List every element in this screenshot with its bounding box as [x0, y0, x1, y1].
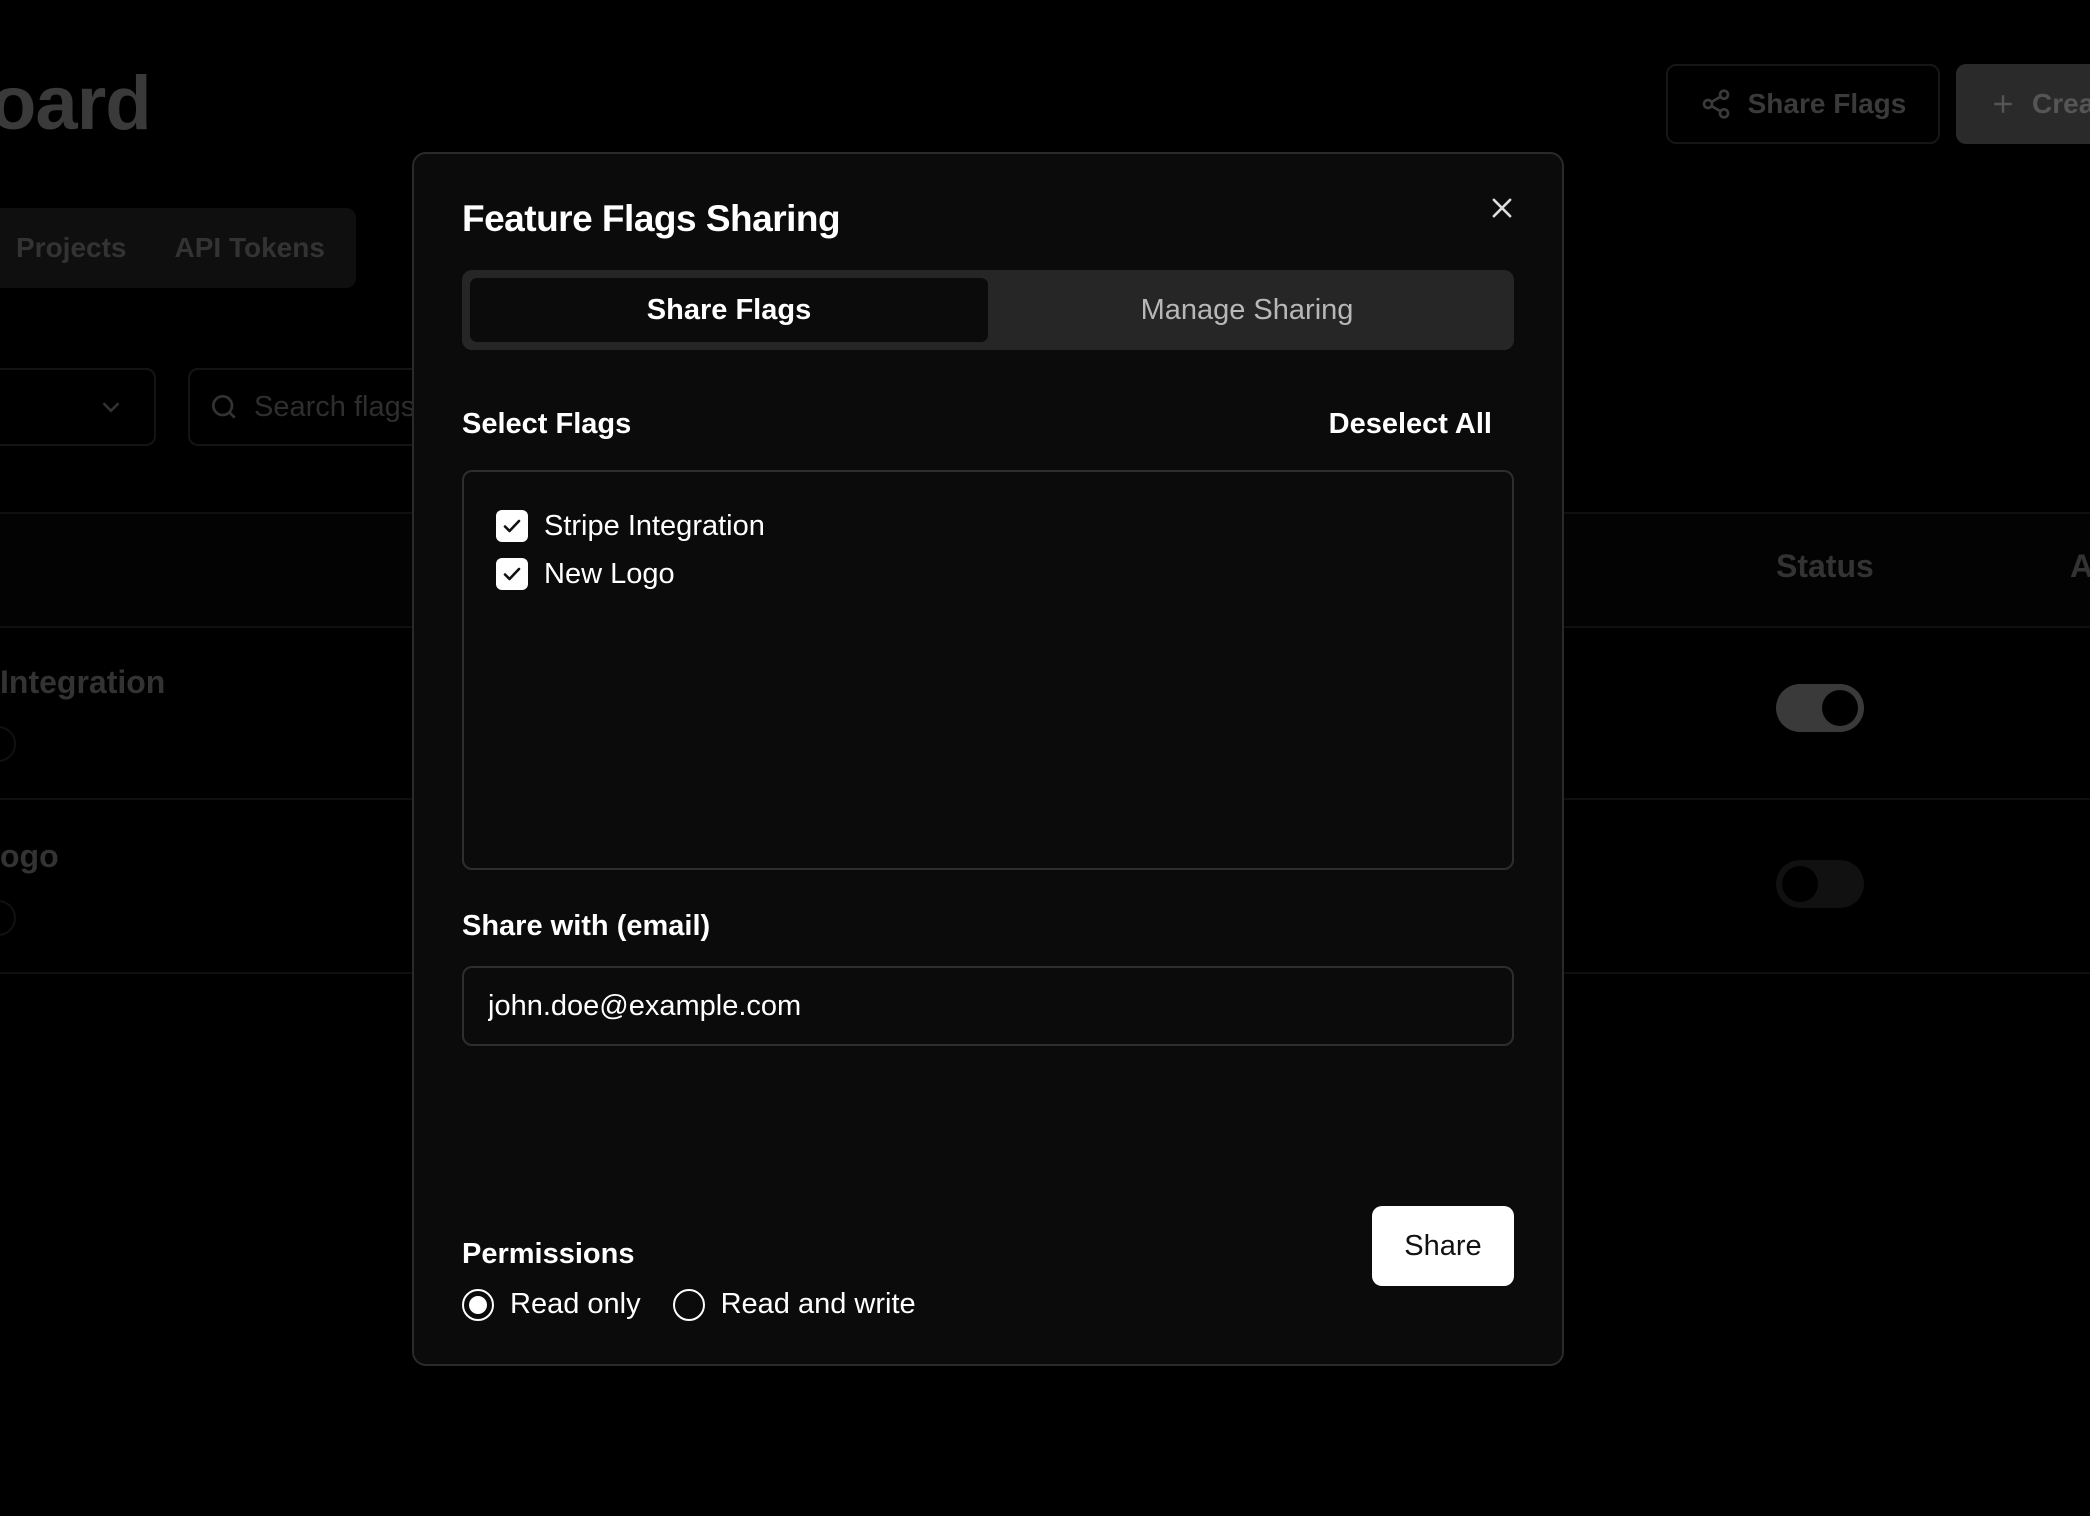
permissions-radio-group: Read only Read and write: [462, 1288, 916, 1321]
project-select[interactable]: [0, 368, 156, 446]
create-label: Crea: [2032, 88, 2090, 119]
tab-projects[interactable]: Projects: [16, 232, 127, 264]
tab-share-flags[interactable]: Share Flags: [470, 278, 988, 342]
create-flag-button[interactable]: Crea: [1956, 64, 2090, 144]
table-row-name: Integration: [0, 664, 166, 700]
share-with-label: Share with (email): [462, 910, 711, 942]
email-field[interactable]: [462, 966, 1514, 1046]
permission-read-only[interactable]: Read only: [462, 1288, 641, 1321]
permissions-label: Permissions: [462, 1238, 635, 1270]
row-badge: [0, 900, 16, 936]
status-column-header: Status: [1776, 548, 1874, 584]
dialog-title: Feature Flags Sharing: [462, 198, 841, 239]
share-flags-label: Share Flags: [1747, 88, 1907, 119]
share-button[interactable]: Share: [1372, 1206, 1514, 1286]
select-flags-label: Select Flags: [462, 408, 632, 440]
search-flags-input[interactable]: Search flags: [188, 368, 448, 446]
dashboard-title: oard: [0, 61, 152, 146]
chevron-down-icon: [102, 402, 120, 413]
search-placeholder: Search flags: [254, 390, 416, 423]
tab-api-tokens[interactable]: API Tokens: [175, 232, 325, 264]
check-icon: [503, 567, 521, 581]
actions-column-header: A: [2070, 548, 2090, 584]
page: oard Projects API Tokens Search flags Sh…: [0, 0, 2090, 1516]
share-flags-dialog: Feature Flags Sharing Share Flags Manage…: [412, 152, 1564, 1366]
radio-label: Read and write: [720, 1288, 916, 1320]
table-row-name: ogo: [0, 838, 59, 874]
flag-toggle[interactable]: [1776, 684, 1864, 732]
toggle-knob: [1822, 690, 1858, 726]
flag-checkbox[interactable]: [496, 558, 528, 590]
permission-read-write[interactable]: Read and write: [672, 1288, 916, 1321]
flag-list: Stripe Integration New Logo: [462, 470, 1514, 870]
tab-manage-sharing[interactable]: Manage Sharing: [988, 278, 1506, 342]
list-item[interactable]: Stripe Integration: [496, 502, 1480, 550]
list-item[interactable]: New Logo: [496, 550, 1480, 598]
radio-button[interactable]: [672, 1288, 705, 1321]
deselect-all-button[interactable]: Deselect All: [1329, 408, 1492, 441]
radio-selected-dot: [469, 1295, 487, 1314]
toggle-knob: [1782, 866, 1818, 902]
plus-icon: [1994, 95, 2012, 113]
flag-toggle[interactable]: [1776, 860, 1864, 908]
row-badge: [0, 726, 16, 762]
flag-label: Stripe Integration: [544, 509, 765, 542]
radio-button[interactable]: [462, 1288, 494, 1321]
check-icon: [503, 519, 521, 533]
close-button[interactable]: [1482, 188, 1522, 228]
radio-label: Read only: [510, 1288, 641, 1320]
close-icon: [1492, 198, 1512, 218]
search-icon: [212, 395, 236, 419]
dashboard-tabs: Projects API Tokens: [0, 208, 356, 288]
flag-checkbox[interactable]: [496, 510, 528, 542]
dialog-tabs: Share Flags Manage Sharing: [462, 270, 1514, 350]
flag-label: New Logo: [544, 557, 675, 590]
share-flags-button[interactable]: Share Flags: [1666, 64, 1940, 144]
share-icon: [1702, 89, 1729, 119]
